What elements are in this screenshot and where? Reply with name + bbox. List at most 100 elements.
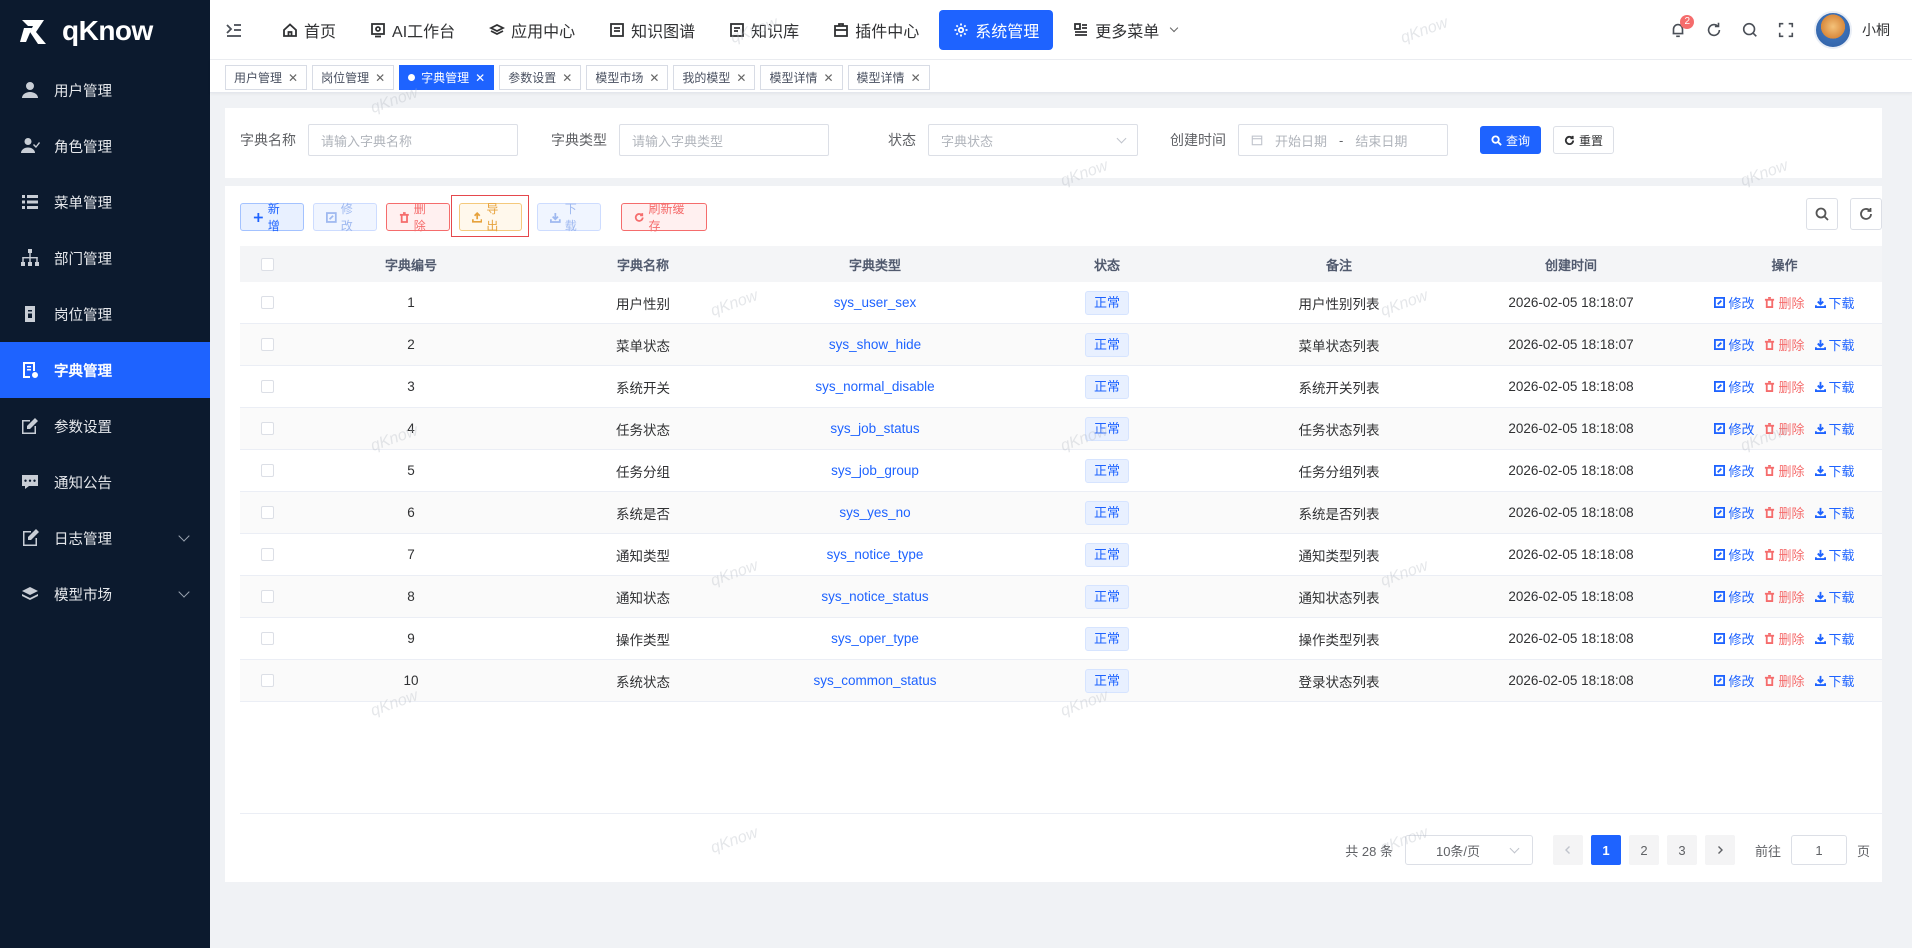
table-row[interactable]: 4 任务状态 sys_job_status 正常 任务状态列表 2026-02-05 18…	[240, 408, 1882, 450]
dict-type-link[interactable]: sys_job_group	[831, 463, 919, 478]
sidebar-item-1[interactable]: 角色管理	[0, 118, 210, 174]
bell-icon[interactable]: 2	[1660, 12, 1696, 48]
dict-type-link[interactable]: sys_oper_type	[831, 631, 919, 646]
row-edit-button[interactable]: 修改	[1714, 671, 1754, 690]
table-row[interactable]: 10 系统状态 sys_common_status 正常 登录状态列表 2026-02-0…	[240, 660, 1882, 702]
row-download-button[interactable]: 下载	[1814, 419, 1855, 438]
tag-3[interactable]: 参数设置 ✕	[499, 65, 582, 90]
row-checkbox[interactable]	[261, 296, 274, 309]
dict-type-link[interactable]: sys_common_status	[813, 673, 936, 688]
page-button-3[interactable]: 3	[1666, 835, 1697, 865]
tag-7[interactable]: 模型详情 ✕	[847, 65, 930, 90]
goto-page-input[interactable]: 1	[1790, 835, 1847, 865]
status-select[interactable]: 字典状态	[928, 124, 1138, 156]
row-checkbox[interactable]	[261, 674, 274, 687]
tag-2[interactable]: 字典管理 ✕	[399, 65, 495, 90]
sidebar-item-4[interactable]: 岗位管理	[0, 286, 210, 342]
header-status[interactable]: 状态	[991, 255, 1223, 274]
top-nav-item-6[interactable]: 系统管理	[939, 10, 1054, 50]
row-download-button[interactable]: 下载	[1814, 461, 1855, 480]
row-edit-button[interactable]: 修改	[1714, 629, 1754, 648]
table-row[interactable]: 8 通知状态 sys_notice_status 正常 通知状态列表 2026-02-05…	[240, 576, 1882, 618]
sidebar-item-7[interactable]: 通知公告	[0, 454, 210, 510]
row-delete-button[interactable]: 删除	[1764, 461, 1805, 480]
top-nav-item-0[interactable]: 首页	[268, 10, 350, 50]
row-download-button[interactable]: 下载	[1814, 377, 1855, 396]
header-remark[interactable]: 备注	[1223, 255, 1455, 274]
query-button[interactable]: 查询	[1480, 126, 1542, 154]
close-icon[interactable]: ✕	[736, 71, 746, 85]
top-nav-item-7[interactable]: 更多菜单	[1059, 10, 1191, 50]
row-edit-button[interactable]: 修改	[1714, 587, 1754, 606]
edit-button[interactable]: 修改	[313, 202, 377, 233]
table-row[interactable]: 3 系统开关 sys_normal_disable 正常 系统开关列表 2026-02-0…	[240, 366, 1882, 408]
table-row[interactable]: 1 用户性别 sys_user_sex 正常 用户性别列表 2026-02-05 18:1…	[240, 282, 1882, 324]
row-edit-button[interactable]: 修改	[1714, 335, 1754, 354]
row-edit-button[interactable]: 修改	[1714, 461, 1754, 480]
close-icon[interactable]: ✕	[911, 71, 921, 85]
row-delete-button[interactable]: 删除	[1764, 629, 1805, 648]
table-row[interactable]: 6 系统是否 sys_yes_no 正常 系统是否列表 2026-02-05 18:18:…	[240, 492, 1882, 534]
username[interactable]: 小桐	[1862, 20, 1890, 40]
top-nav-item-2[interactable]: 应用中心	[475, 10, 589, 50]
top-nav-item-5[interactable]: 插件中心	[819, 10, 933, 50]
page-button-2[interactable]: 2	[1628, 835, 1659, 865]
table-row[interactable]: 5 任务分组 sys_job_group 正常 任务分组列表 2026-02-05 18:…	[240, 450, 1882, 492]
prev-page-button[interactable]	[1552, 835, 1583, 865]
row-edit-button[interactable]: 修改	[1714, 419, 1754, 438]
row-delete-button[interactable]: 删除	[1764, 503, 1805, 522]
header-created-time[interactable]: 创建时间	[1455, 255, 1687, 274]
add-button[interactable]: 新增	[240, 202, 304, 233]
row-edit-button[interactable]: 修改	[1714, 377, 1754, 396]
row-download-button[interactable]: 下载	[1814, 671, 1855, 690]
toggle-search-button[interactable]	[1806, 198, 1838, 230]
top-nav-item-1[interactable]: AI工作台	[356, 10, 469, 50]
row-checkbox[interactable]	[261, 464, 274, 477]
sidebar-item-2[interactable]: 菜单管理	[0, 174, 210, 230]
sidebar-item-9[interactable]: 模型市场	[0, 566, 210, 622]
date-range-picker[interactable]: 开始日期 - 结束日期	[1238, 124, 1448, 156]
row-download-button[interactable]: 下载	[1814, 587, 1855, 606]
header-dict-name[interactable]: 字典名称	[527, 255, 759, 274]
close-icon[interactable]: ✕	[288, 71, 298, 85]
close-icon[interactable]: ✕	[562, 71, 572, 85]
header-dict-id[interactable]: 字典编号	[295, 255, 527, 274]
download-button[interactable]: 下载	[537, 202, 601, 233]
row-delete-button[interactable]: 删除	[1764, 293, 1805, 312]
search-icon[interactable]	[1732, 12, 1768, 48]
sidebar-item-0[interactable]: 用户管理	[0, 62, 210, 118]
row-edit-button[interactable]: 修改	[1714, 293, 1754, 312]
row-download-button[interactable]: 下载	[1814, 293, 1855, 312]
refresh-cache-button[interactable]: 刷新缓存	[621, 202, 707, 233]
row-delete-button[interactable]: 删除	[1764, 377, 1805, 396]
row-edit-button[interactable]: 修改	[1714, 503, 1754, 522]
row-download-button[interactable]: 下载	[1814, 503, 1855, 522]
reset-button[interactable]: 重置	[1553, 126, 1615, 154]
top-nav-item-3[interactable]: 知识图谱	[595, 10, 709, 50]
export-button[interactable]: 导出	[459, 202, 522, 233]
close-icon[interactable]: ✕	[823, 71, 833, 85]
refresh-icon[interactable]	[1696, 12, 1732, 48]
row-delete-button[interactable]: 删除	[1764, 419, 1805, 438]
tag-1[interactable]: 岗位管理 ✕	[312, 65, 395, 90]
sidebar-item-8[interactable]: 日志管理	[0, 510, 210, 566]
refresh-table-button[interactable]	[1850, 198, 1882, 230]
dict-type-link[interactable]: sys_job_status	[830, 421, 919, 436]
sidebar-item-6[interactable]: 参数设置	[0, 398, 210, 454]
row-checkbox[interactable]	[261, 380, 274, 393]
sidebar-item-3[interactable]: 部门管理	[0, 230, 210, 286]
next-page-button[interactable]	[1704, 835, 1735, 865]
row-checkbox[interactable]	[261, 632, 274, 645]
dict-type-link[interactable]: sys_user_sex	[834, 295, 917, 310]
tag-5[interactable]: 我的模型 ✕	[673, 65, 756, 90]
row-delete-button[interactable]: 删除	[1764, 545, 1805, 564]
table-row[interactable]: 9 操作类型 sys_oper_type 正常 操作类型列表 2026-02-05 18:…	[240, 618, 1882, 660]
row-checkbox[interactable]	[261, 590, 274, 603]
row-download-button[interactable]: 下载	[1814, 335, 1855, 354]
close-icon[interactable]: ✕	[475, 71, 485, 85]
dict-type-link[interactable]: sys_show_hide	[829, 337, 921, 352]
row-edit-button[interactable]: 修改	[1714, 545, 1754, 564]
row-delete-button[interactable]: 删除	[1764, 587, 1805, 606]
tag-6[interactable]: 模型详情 ✕	[760, 65, 843, 90]
table-row[interactable]: 7 通知类型 sys_notice_type 正常 通知类型列表 2026-02-05 1…	[240, 534, 1882, 576]
